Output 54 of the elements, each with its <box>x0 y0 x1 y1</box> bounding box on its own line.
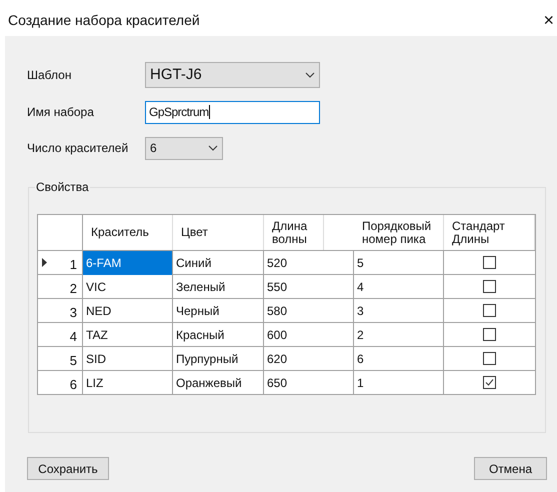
column-header[interactable]: Порядковый номер пика <box>362 220 437 246</box>
cancel-button[interactable]: Отмена <box>474 457 547 480</box>
table-cell-text: 600 <box>267 326 288 344</box>
window-title: Создание набора красителей <box>8 10 200 30</box>
selectable-cell[interactable]: TAZ <box>83 323 173 346</box>
count-dropdown[interactable]: 6 <box>145 136 223 160</box>
table-cell-text: 580 <box>267 302 288 320</box>
column-header[interactable]: Цвет <box>181 226 208 239</box>
field-label: Шаблон <box>27 67 72 84</box>
column-header[interactable]: Длина волны <box>272 220 321 246</box>
table-cell-text: 2 <box>357 326 364 344</box>
row-number: 6 <box>70 376 77 394</box>
table-cell-text: Зеленый <box>176 278 226 296</box>
checkbox[interactable] <box>483 280 496 294</box>
row-number: 3 <box>70 304 77 322</box>
chevron-icon <box>208 145 218 151</box>
table-cell-text: 650 <box>267 374 288 392</box>
table-cell-text: 520 <box>267 254 288 272</box>
table-cell-text: Оранжевый <box>176 374 242 392</box>
table-cell-text: 6 <box>357 350 364 368</box>
table-cell-text: Красный <box>176 326 224 344</box>
close-button[interactable]: × <box>543 11 554 29</box>
current-row-icon <box>42 258 47 268</box>
column-header[interactable]: Стандарт Длины <box>452 220 527 246</box>
table-cell-text: Черный <box>176 302 220 320</box>
table-cell-text: Синий <box>176 254 212 272</box>
table-cell-text: Пурпурный <box>176 350 238 368</box>
row-number: 1 <box>70 256 77 274</box>
table-cell-text: 1 <box>357 374 364 392</box>
checkbox[interactable] <box>483 352 496 366</box>
checkbox[interactable] <box>483 304 496 318</box>
selectable-cell[interactable]: LIZ <box>83 371 173 394</box>
table-cell-text: 5 <box>357 254 364 272</box>
checkbox[interactable] <box>483 256 496 270</box>
name-field[interactable]: GpSprctrum <box>145 100 320 124</box>
chevron-icon <box>305 72 315 78</box>
selectable-cell[interactable]: 6-FAM <box>83 251 173 274</box>
row-number: 5 <box>70 352 77 370</box>
checkbox[interactable] <box>483 376 496 390</box>
table-cell-text: 4 <box>357 278 364 296</box>
table-cell-text: 550 <box>267 278 288 296</box>
column-header[interactable]: Краситель <box>91 226 149 239</box>
table-cell-text: 620 <box>267 350 288 368</box>
row-number: 4 <box>70 328 77 346</box>
row-number: 2 <box>70 280 77 298</box>
template-dropdown[interactable]: HGT-J6 <box>145 62 320 88</box>
save-button[interactable]: Сохранить <box>27 457 109 480</box>
table-cell-text: 3 <box>357 302 364 320</box>
field-label: Число красителей <box>27 140 130 157</box>
checkbox[interactable] <box>483 328 496 342</box>
selectable-cell[interactable]: VIC <box>83 275 173 298</box>
selectable-cell[interactable]: SID <box>83 347 173 370</box>
field-label: Имя набора <box>27 104 95 121</box>
selectable-cell[interactable]: NED <box>83 299 173 322</box>
